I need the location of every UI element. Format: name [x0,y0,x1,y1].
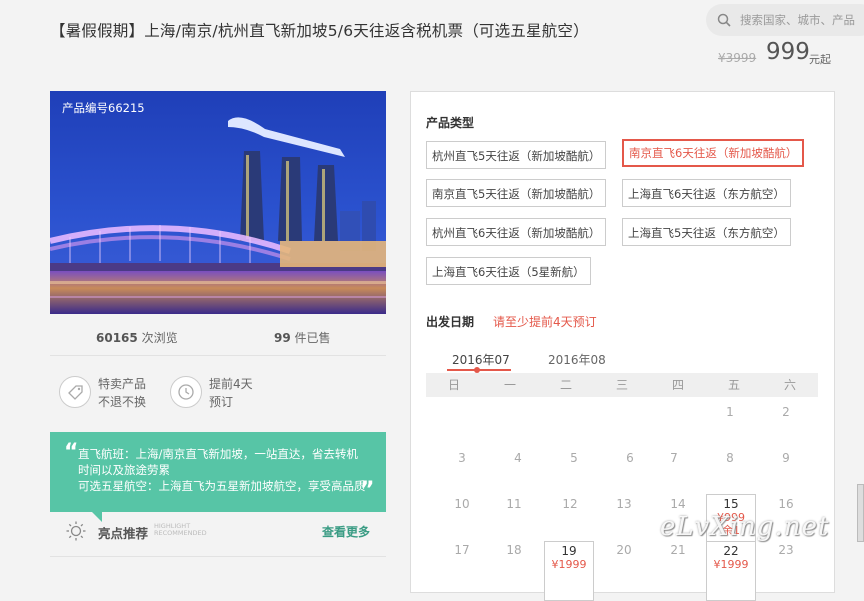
weekday-tue: 二 [559,378,572,392]
calendar-day: 3 [458,451,466,465]
calendar-day: 23 [778,543,794,557]
option-nanjing-5day-scoot[interactable]: 南京直飞5天往返（新加坡酷航） [426,179,607,207]
weekday-fri: 五 [727,378,740,392]
highlight-quote: “ 直飞航班：上海/南京直飞新加坡，一站直达，省去转机时间以及旅途劳累 可选五星… [50,432,386,522]
calendar-day: 13 [616,497,632,511]
option-shanghai-6day-eastern[interactable]: 上海直飞6天往返（东方航空） [622,179,791,207]
day-number: 15 [723,497,739,511]
weekday-sat: 六 [783,378,796,392]
product-type-label: 产品类型 [426,116,475,130]
option-hangzhou-6day-scoot[interactable]: 杭州直飞6天往返（新加坡酷航） [426,218,607,246]
feature-line1: 特卖产品 [98,377,147,391]
calendar-day: 6 [626,451,634,465]
view-more-link[interactable]: 查看更多 [322,523,370,540]
calendar-day: 2 [782,405,790,419]
calendar-day: 8 [726,451,734,465]
day-price: ¥1999 [551,558,587,571]
sold-count: 99 [274,331,291,345]
highlights-en-2: RECOMMENDED [154,529,207,537]
calendar-day: 4 [514,451,522,465]
views-label: 次浏览 [141,331,178,345]
tag-icon [59,376,91,408]
divider [50,355,386,356]
highlights-row: 亮点推荐 HIGHLIGHT RECOMMENDED 查看更多 [50,514,386,546]
search-input[interactable] [740,10,864,30]
calendar-day-available[interactable]: 19 ¥1999 [544,541,594,601]
option-hangzhou-5day-scoot[interactable]: 杭州直飞5天往返（新加坡酷航） [426,141,607,169]
day-price: ¥1999 [713,558,749,571]
day-number: 22 [723,544,739,558]
calendar-weekday-header: 日 一 二 三 四 五 六 [426,373,818,397]
scrollbar[interactable] [857,484,864,542]
tab-month-2016-07[interactable]: 2016年07 [452,351,510,368]
calendar-day: 5 [570,451,578,465]
views-count: 60165 [96,331,138,345]
weekday-wed: 三 [615,378,628,392]
calendar-day-available[interactable]: 22 ¥1999 [706,541,756,601]
weekday-mon: 一 [503,378,516,392]
stats-bar: 60165 次浏览 99 件已售 [50,318,386,354]
calendar-day: 17 [454,543,470,557]
original-price: ¥3999 [718,51,757,65]
calendar-day: 16 [778,497,794,511]
calendar-day: 10 [454,497,470,511]
calendar-day: 21 [670,543,686,557]
search-icon [717,13,731,27]
advance-booking-note: 请至少提前4天预订 [493,315,597,329]
calendar-day: 1 [726,405,734,419]
option-shanghai-6day-sia[interactable]: 上海直飞6天往返（5星新航） [426,257,591,285]
weekday-sun: 日 [447,378,460,392]
tab-month-2016-08[interactable]: 2016年08 [548,351,606,368]
search-box[interactable] [706,4,864,36]
feature-line2: 不退不换 [98,395,147,409]
highlights-title: 亮点推荐 [98,526,149,541]
calendar-day: 20 [616,543,632,557]
highlights-subtitle: HIGHLIGHT RECOMMENDED [154,523,207,537]
open-quote-icon: “ [64,440,79,465]
feature-line2: 预订 [209,395,234,409]
calendar-day: 14 [670,497,686,511]
watermark: eLvXing.net [660,512,830,542]
price-unit: 元起 [809,53,831,66]
option-nanjing-6day-scoot[interactable]: 南京直飞6天往返（新加坡酷航） [622,139,805,167]
weekday-thu: 四 [671,378,684,392]
views-stat: 60165 次浏览 [96,329,178,346]
page-title: 【暑假假期】上海/南京/杭州直飞新加坡5/6天往返含税机票（可选五星航空） [50,22,589,40]
calendar-day: 7 [670,451,678,465]
sold-label: 件已售 [294,331,331,345]
day-number: 19 [561,544,577,558]
calendar-day: 9 [782,451,790,465]
current-price: 999 [766,39,810,65]
departure-date-label: 出发日期 [426,315,475,329]
clock-icon [170,376,202,408]
divider [50,556,386,557]
lightbulb-icon [66,521,86,541]
option-shanghai-5day-eastern[interactable]: 上海直飞5天往返（东方航空） [622,218,791,246]
feature-line1: 提前4天 [209,377,253,391]
quote-text: 直飞航班：上海/南京直飞新加坡，一站直达，省去转机时间以及旅途劳累 可选五星航空… [78,447,366,493]
calendar-day: 11 [506,497,522,511]
calendar-day: 18 [506,543,522,557]
sold-stat: 99 件已售 [274,329,331,346]
product-photo [50,91,386,314]
product-number: 产品编号66215 [62,101,145,115]
close-quote-icon: ” [360,478,375,503]
calendar-day: 12 [562,497,578,511]
